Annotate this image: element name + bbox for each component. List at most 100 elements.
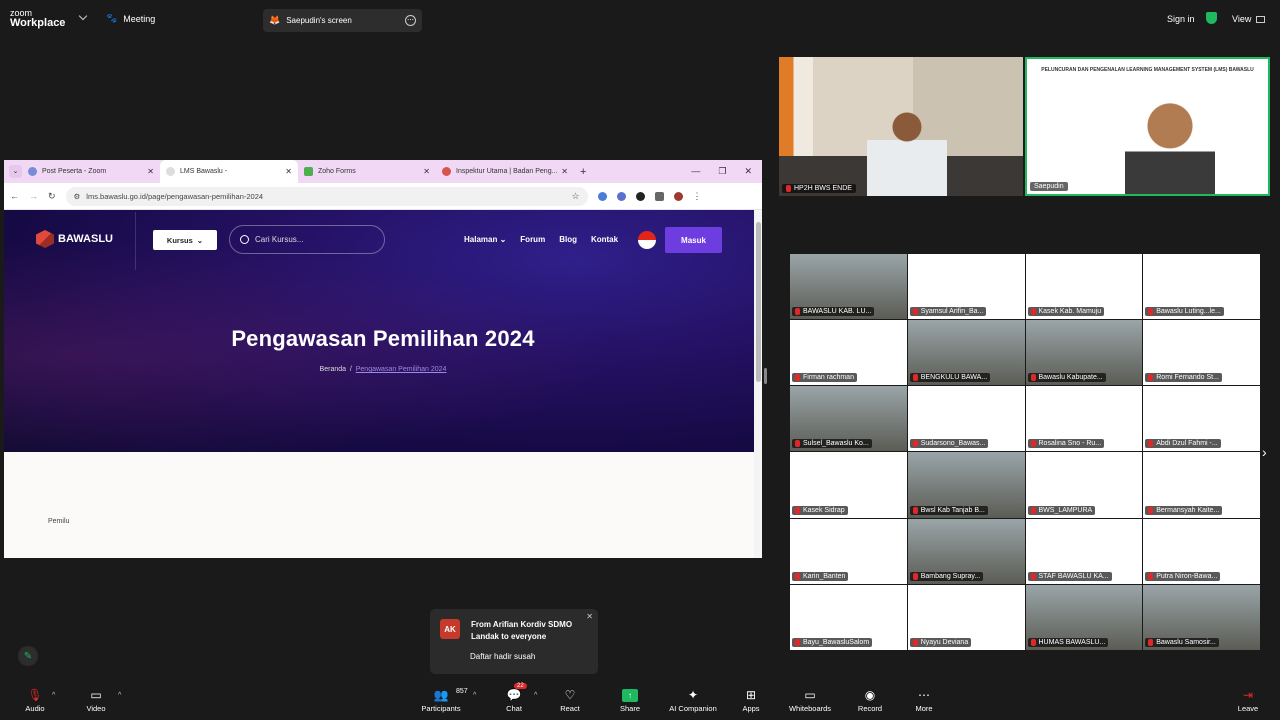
gallery-video-tile[interactable]: Rosalina Sno - Ru... xyxy=(1025,386,1143,452)
video-tile-speaker-1[interactable]: HP2H BWS ENDE xyxy=(779,57,1023,196)
menu-kontak[interactable]: Kontak xyxy=(591,235,618,244)
gallery-video-tile[interactable]: Bawaslu Kabupate... xyxy=(1025,320,1143,386)
close-icon[interactable]: ✕ xyxy=(561,167,568,176)
gallery-video-tile[interactable]: Bambang Supray... xyxy=(907,518,1025,584)
participants-count: 857 xyxy=(456,688,468,695)
gallery-video-tile[interactable]: Firman rachman xyxy=(790,320,907,386)
course-search-input[interactable]: Cari Kursus... xyxy=(229,225,385,254)
url-field[interactable]: ⚙ lms.bawaslu.go.id/page/pengawasan-pemi… xyxy=(65,186,588,206)
gallery-video-tile[interactable]: BENGKULU BAWA... xyxy=(907,320,1025,386)
gallery-video-tile[interactable]: Romi Fernando St... xyxy=(1143,320,1260,386)
gallery-video-tile[interactable]: Bwsl Kab Tanjab B... xyxy=(907,452,1025,518)
kursus-dropdown[interactable]: Kursus ⌄ xyxy=(153,230,217,250)
gallery-video-tile[interactable]: HUMAS BAWASLU... xyxy=(1025,584,1143,650)
more-button[interactable]: ⋯ More xyxy=(894,688,954,713)
menu-forum[interactable]: Forum xyxy=(520,235,545,244)
annotate-pencil-icon[interactable]: ✎ xyxy=(18,646,38,666)
gallery-video-tile[interactable]: Bawaslu Luting...le... xyxy=(1143,254,1260,320)
apps-button[interactable]: ⊞ Apps xyxy=(721,688,781,713)
record-button[interactable]: ◉ Record xyxy=(840,688,900,713)
gallery-video-tile[interactable]: Syamsul Arifin_Ba... xyxy=(907,254,1025,320)
chat-label: Chat xyxy=(506,704,522,713)
audio-options-icon[interactable]: ^ xyxy=(52,692,55,699)
profile-avatar[interactable] xyxy=(673,191,683,201)
audio-button[interactable]: 🎙 Audio xyxy=(5,688,65,713)
muted-mic-icon xyxy=(1030,572,1036,580)
gallery-video-tile[interactable]: Kasek Kab. Mamuju xyxy=(1025,254,1143,320)
gallery-video-tile[interactable]: Abdi Dzul Fahmi -... xyxy=(1143,386,1260,452)
menu-halaman[interactable]: Halaman ⌄ xyxy=(464,235,506,244)
tab-search-icon[interactable]: ⌄ xyxy=(9,165,22,178)
gallery-video-tile[interactable]: Bermansyah Kaite... xyxy=(1143,452,1260,518)
participant-name: Bawaslu Samosir... xyxy=(1156,638,1216,646)
gallery-video-tile[interactable]: Bawaslu Samosir... xyxy=(1143,584,1260,650)
bookmark-star-icon[interactable]: ☆ xyxy=(571,191,579,202)
gallery-video-tile[interactable]: Sulsel_Bawaslu Ko... xyxy=(790,386,907,452)
sign-in-link[interactable]: Sign in xyxy=(1167,14,1195,24)
meeting-info-button[interactable]: 🐾 Meeting xyxy=(106,13,155,24)
ai-companion-button[interactable]: ✦ AI Companion xyxy=(663,688,723,713)
gallery-video-tile[interactable]: Karin_Banten xyxy=(790,518,907,584)
browser-tab[interactable]: Inspektur Utama | Badan Peng... ✕ xyxy=(436,160,574,183)
view-button[interactable]: View xyxy=(1232,14,1266,24)
main-menu: Halaman ⌄ Forum Blog Kontak xyxy=(464,235,618,244)
puzzle-icon[interactable] xyxy=(654,191,664,201)
masuk-button[interactable]: Masuk xyxy=(665,227,722,253)
options-icon[interactable]: ⋯ xyxy=(405,15,416,26)
sparkle-icon: ✦ xyxy=(687,688,699,702)
browser-tab[interactable]: Post Peserta - Zoom ✕ xyxy=(22,160,160,183)
reload-icon[interactable]: ↻ xyxy=(48,191,56,202)
gallery-video-tile[interactable]: Bayu_BawasluSalom xyxy=(790,584,907,650)
whiteboards-button[interactable]: ▭ Whiteboards xyxy=(780,688,840,713)
extension-icon[interactable] xyxy=(597,191,607,201)
participant-name-badge: Bawaslu Luting...le... xyxy=(1145,307,1224,317)
resize-handle[interactable] xyxy=(764,368,767,384)
bawaslu-logo[interactable]: BAWASLU xyxy=(36,230,113,248)
video-options-icon[interactable]: ^ xyxy=(118,692,121,699)
indonesia-flag-icon[interactable] xyxy=(638,231,656,249)
shield-extension-icon[interactable] xyxy=(635,191,645,201)
muted-mic-icon xyxy=(786,185,791,192)
security-shield-icon[interactable] xyxy=(1206,12,1217,24)
close-icon[interactable]: ✕ xyxy=(285,167,292,176)
browser-tab[interactable]: Zoho Forms ✕ xyxy=(298,160,436,183)
breadcrumb-home[interactable]: Beranda xyxy=(320,366,346,373)
screen-share-pill[interactable]: 🦊 Saepudin's screen ⋯ xyxy=(263,9,422,32)
browser-tab-active[interactable]: LMS Bawaslu - ✕ xyxy=(160,160,298,183)
close-icon[interactable]: ✕ xyxy=(423,167,430,176)
close-icon[interactable]: ✕ xyxy=(586,612,593,621)
chevron-right-icon[interactable]: › xyxy=(1262,444,1267,460)
back-icon[interactable]: ← xyxy=(10,191,19,201)
leave-button[interactable]: ⇥ Leave xyxy=(1218,688,1278,713)
participants-button[interactable]: 👥 857 Participants xyxy=(411,688,471,713)
participant-name-badge: Kasek Sidrap xyxy=(792,505,848,515)
chat-options-icon[interactable]: ^ xyxy=(534,692,537,699)
close-icon[interactable]: ✕ xyxy=(147,167,154,176)
chevron-down-icon[interactable] xyxy=(78,11,88,21)
forward-icon[interactable]: → xyxy=(29,191,38,201)
menu-blog[interactable]: Blog xyxy=(559,235,577,244)
gallery-video-tile[interactable]: Sudarsono_Bawas... xyxy=(907,386,1025,452)
gallery-video-tile[interactable]: Nyayu Deviana xyxy=(907,584,1025,650)
share-button[interactable]: ↑ Share xyxy=(600,688,660,713)
gallery-video-tile[interactable]: Kasek Sidrap xyxy=(790,452,907,518)
site-info-icon[interactable]: ⚙ xyxy=(74,192,81,201)
close-window-icon[interactable]: ✕ xyxy=(744,166,752,177)
maximize-icon[interactable]: ❐ xyxy=(718,166,726,177)
video-button[interactable]: ▭ Video xyxy=(66,688,126,713)
muted-mic-icon xyxy=(1030,638,1036,646)
minimize-icon[interactable]: — xyxy=(691,166,700,177)
gallery-video-tile[interactable]: STAF BAWASLU KA... xyxy=(1025,518,1143,584)
translate-icon[interactable] xyxy=(616,191,626,201)
participants-options-icon[interactable]: ^ xyxy=(473,692,476,699)
kebab-menu-icon[interactable]: ⋮ xyxy=(693,191,702,202)
chat-notification[interactable]: AK From Arifian Kordiv SDMO Landak to ev… xyxy=(430,609,598,674)
gallery-video-tile[interactable]: BWS_LAMPURA xyxy=(1025,452,1143,518)
video-tile-speaker-2[interactable]: PELUNCURAN DAN PENGENALAN LEARNING MANAG… xyxy=(1025,57,1270,196)
gallery-video-tile[interactable]: BAWASLU KAB. LU... xyxy=(790,254,907,320)
react-button[interactable]: ♡ React xyxy=(540,688,600,713)
gallery-video-tile[interactable]: Putra Niron-Bawa... xyxy=(1143,518,1260,584)
audio-label: Audio xyxy=(25,704,45,713)
notification-message: Daftar hadir susah xyxy=(470,652,536,661)
new-tab-icon[interactable]: + xyxy=(580,166,586,178)
